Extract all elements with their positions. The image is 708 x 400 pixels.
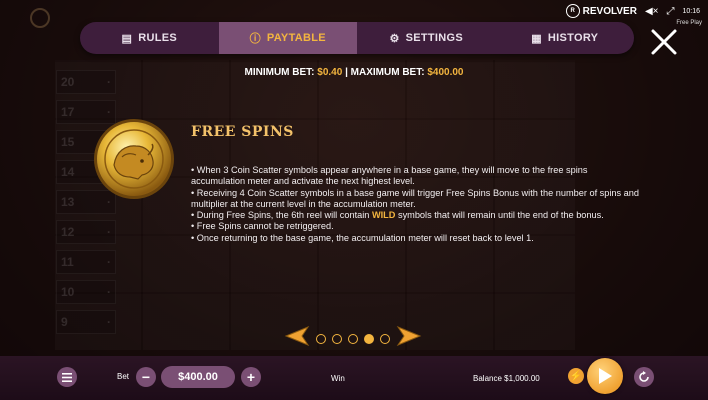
tab-label: PAYTABLE xyxy=(266,32,326,44)
max-bet-label: MAXIMUM BET: xyxy=(350,67,425,78)
logo-emblem-icon xyxy=(30,8,50,28)
info-nav-bar: ▤ RULES ⓘ PAYTABLE ⚙ SETTINGS ▦ HISTORY xyxy=(80,22,634,54)
status-bar: R REVOLVER ◀× ⤢ 10:16 xyxy=(565,4,700,18)
plus-icon: + xyxy=(246,369,256,385)
fullscreen-icon[interactable]: ⤢ xyxy=(666,6,674,17)
feature-description: • When 3 Coin Scatter symbols appear any… xyxy=(191,165,641,244)
tab-rules[interactable]: ▤ RULES xyxy=(80,22,219,54)
close-icon xyxy=(651,29,677,55)
scatter-coin-symbol xyxy=(92,117,176,201)
game-logo xyxy=(30,8,50,28)
tab-history[interactable]: ▦ HISTORY xyxy=(496,22,635,54)
decrease-bet-button[interactable]: − xyxy=(136,367,156,387)
tab-label: HISTORY xyxy=(547,32,599,44)
rule-line: • During Free Spins, the 6th reel will c… xyxy=(191,210,604,221)
arrow-right-icon xyxy=(396,325,422,347)
close-button[interactable] xyxy=(649,27,679,57)
history-icon: ▦ xyxy=(531,32,542,45)
clock: 10:16 xyxy=(682,7,700,15)
rule-line: • When 3 Coin Scatter symbols appear any… xyxy=(191,165,588,187)
play-icon xyxy=(599,368,612,384)
info-icon: ⓘ xyxy=(249,33,261,45)
brand-logo: R REVOLVER xyxy=(565,4,637,18)
bet-value: $400.00 xyxy=(161,366,235,388)
arrow-left-icon xyxy=(284,325,310,347)
tab-paytable[interactable]: ⓘ PAYTABLE xyxy=(218,22,357,54)
page-dot[interactable] xyxy=(316,333,326,344)
increase-bet-button[interactable]: + xyxy=(241,367,261,387)
spin-button[interactable] xyxy=(587,358,623,394)
mute-icon[interactable]: ◀× xyxy=(645,6,659,17)
rule-line: • Free Spins cannot be retriggered. xyxy=(191,221,334,232)
wild-keyword: WILD xyxy=(371,210,396,221)
tab-label: RULES xyxy=(138,32,177,44)
gear-icon: ⚙ xyxy=(389,32,400,45)
rule-line: • Once returning to the base game, the a… xyxy=(191,232,534,243)
turbo-button[interactable]: ⚡ xyxy=(568,368,584,384)
tab-label: SETTINGS xyxy=(405,32,464,44)
win-label: Win xyxy=(331,374,345,383)
book-icon: ▤ xyxy=(121,32,133,45)
page-navigator xyxy=(284,325,422,351)
autoplay-icon xyxy=(639,371,649,382)
menu-button[interactable] xyxy=(57,367,77,387)
hamburger-icon xyxy=(62,372,72,382)
page-dot[interactable] xyxy=(348,333,358,344)
balance-display: Balance $1,000.00 xyxy=(473,374,540,383)
page-dot-active[interactable] xyxy=(364,333,374,344)
bet-separator: | xyxy=(342,67,351,78)
next-page-button[interactable] xyxy=(396,325,422,351)
page-dot[interactable] xyxy=(332,333,342,344)
bet-label: Bet xyxy=(117,372,130,381)
bet-limits: MINIMUM BET: $0.40 | MAXIMUM BET: $400.0… xyxy=(0,67,708,78)
rule-line: • Receiving 4 Coin Scatter symbols in a … xyxy=(191,187,640,209)
prev-page-button[interactable] xyxy=(284,325,310,351)
min-bet-label: MINIMUM BET: xyxy=(244,67,315,78)
autoplay-button[interactable] xyxy=(634,367,654,387)
brand-name: REVOLVER xyxy=(582,5,637,17)
bison-coin-icon xyxy=(94,119,174,199)
min-bet-value: $0.40 xyxy=(317,67,343,78)
max-bet-value: $400.00 xyxy=(427,67,464,78)
mode-label: Free Play xyxy=(676,20,702,26)
revolver-logo-icon: R xyxy=(565,4,580,18)
page-dot[interactable] xyxy=(380,333,390,344)
feature-title: FREE SPINS xyxy=(191,124,294,140)
minus-icon: − xyxy=(141,369,151,385)
tab-settings[interactable]: ⚙ SETTINGS xyxy=(357,22,496,54)
lightning-icon: ⚡ xyxy=(569,370,583,382)
